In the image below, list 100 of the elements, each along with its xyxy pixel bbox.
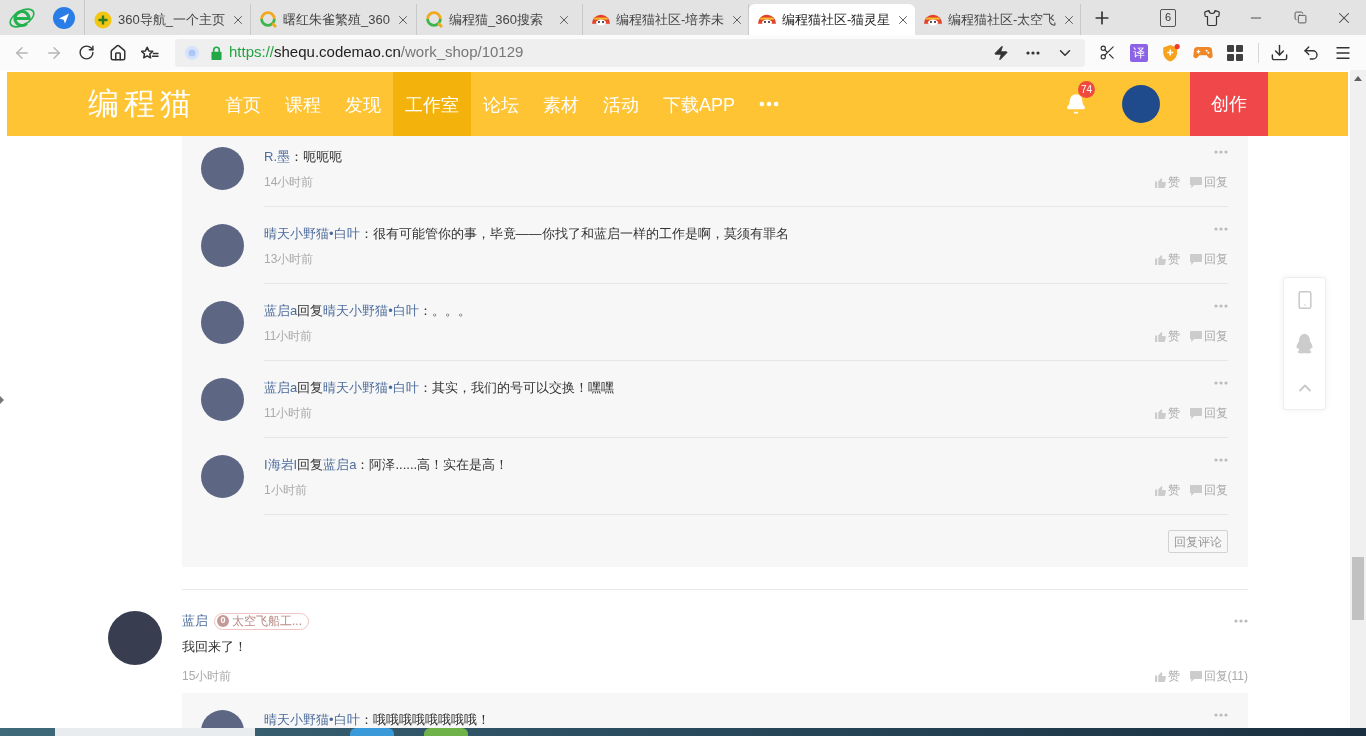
avatar[interactable] [201, 224, 244, 267]
plus-circle-icon [94, 10, 112, 29]
reply-button[interactable]: 回复 [1190, 481, 1228, 499]
badge-label: 太空飞船工... [232, 613, 302, 630]
username-link[interactable]: 晴天小野猫•白叶 [264, 713, 360, 727]
reply-label: 回复 [297, 458, 324, 472]
reply-text: ：其实，我们的号可以交换！嘿嘿 [418, 381, 614, 395]
shield-icon[interactable] [1162, 43, 1180, 62]
browser-tab[interactable]: 编程猫社区-猫灵星 [749, 4, 915, 35]
username-link[interactable]: I海岩I [264, 458, 298, 472]
create-button[interactable]: 创作 [1190, 72, 1268, 136]
nav-item[interactable]: 工作室 [393, 72, 471, 136]
lightning-icon[interactable] [993, 44, 1009, 61]
reply-text: ：。。。 [418, 304, 471, 318]
url-text: https://shequ.codemao.cn/work_shop/10129 [229, 42, 524, 63]
reply-button[interactable]: 回复 [1190, 250, 1228, 268]
site-logo[interactable]: 编程猫 [88, 80, 196, 128]
reply-text: ：哦哦哦哦哦哦哦哦！ [359, 713, 490, 727]
download-icon[interactable] [1269, 43, 1289, 62]
level-number: 0 [217, 615, 229, 627]
thumbs-up-icon [1155, 176, 1167, 188]
ring-icon [426, 11, 443, 28]
grid-icon[interactable] [1227, 44, 1243, 61]
username-link[interactable]: 蓝启 [182, 611, 208, 631]
thumbs-up-icon [1155, 484, 1167, 496]
like-button[interactable]: 赞 [1155, 481, 1180, 499]
avatar[interactable] [1122, 85, 1160, 123]
avatar[interactable] [201, 378, 244, 421]
reload-icon[interactable] [77, 44, 95, 61]
favorites-icon[interactable] [141, 46, 159, 59]
tab-title: 编程猫社区-猫灵星 [782, 10, 891, 29]
avatar[interactable] [201, 147, 244, 190]
tab-count-button[interactable]: 6 [1160, 8, 1176, 27]
triangle-icon[interactable] [0, 396, 4, 404]
reply-button[interactable]: 回复(11) [1189, 667, 1248, 685]
restore-icon[interactable] [1293, 11, 1307, 24]
reply-button[interactable]: 回复 [1190, 327, 1228, 345]
shirt-icon[interactable] [1203, 8, 1221, 27]
nav-item[interactable]: 发现 [333, 72, 393, 136]
thumbs-up-icon [1155, 407, 1167, 419]
nav-item[interactable]: 素材 [531, 72, 591, 136]
timestamp: 1小时前 [264, 482, 307, 499]
username-link[interactable]: R.墨 [264, 150, 290, 164]
username-link[interactable]: 蓝启a [323, 458, 357, 472]
thumbs-up-icon [1155, 253, 1167, 265]
mascot-head-icon [758, 13, 776, 26]
nav-item[interactable]: 首页 [213, 72, 273, 136]
chat-bubble-icon [1190, 407, 1202, 419]
chat-bubble-icon [1190, 484, 1202, 496]
reply-text: ：很有可能管你的事，毕竟——你找了和蓝启一样的工作是啊，莫须有罪名 [359, 227, 789, 241]
scissors-icon[interactable] [1098, 44, 1116, 61]
undo-icon[interactable] [1302, 43, 1320, 62]
comment-text: 我回来了！ [182, 638, 248, 657]
reply-label: 回复 [297, 381, 324, 395]
nav-item[interactable]: 下载APP [651, 72, 748, 136]
nav-item[interactable]: 课程 [273, 72, 333, 136]
chat-bubble-icon [1190, 253, 1202, 265]
reply-button[interactable]: 回复 [1190, 173, 1228, 191]
paper-plane-icon[interactable] [53, 6, 75, 29]
nav-item[interactable]: 活动 [591, 72, 651, 136]
tab-title: 编程猫社区-太空飞 [948, 10, 1057, 29]
gamepad-icon[interactable] [1193, 45, 1213, 60]
thumbs-up-icon [1155, 330, 1167, 342]
scrollbar-thumb[interactable] [1352, 557, 1364, 620]
avatar[interactable] [201, 455, 244, 498]
like-button[interactable]: 赞 [1155, 173, 1180, 191]
bell-icon[interactable] [1065, 93, 1087, 115]
like-button[interactable]: 赞 [1154, 667, 1180, 685]
tab-title: 编程猫_360搜索 [449, 10, 544, 29]
timestamp: 13小时前 [264, 251, 314, 268]
avatar[interactable] [201, 301, 244, 344]
ring-icon [260, 11, 277, 28]
home-icon[interactable] [109, 43, 127, 62]
reply-text: ：阿泽......高！实在是高！ [356, 458, 509, 472]
mascot-head-icon [924, 13, 942, 26]
like-button[interactable]: 赞 [1155, 404, 1180, 422]
tab-title: 编程猫社区-培养未 [616, 10, 725, 29]
more-icon[interactable] [1026, 50, 1040, 55]
dot-icon [185, 45, 199, 60]
avatar[interactable] [108, 611, 162, 665]
username-link[interactable]: 蓝启a [264, 381, 298, 395]
chat-bubble-icon [1190, 176, 1202, 188]
scrollbar[interactable] [1350, 70, 1366, 728]
reply-button[interactable]: 回复 [1190, 404, 1228, 422]
username-link[interactable]: 晴天小野猫•白叶 [323, 381, 419, 395]
nav-item[interactable]: 论坛 [471, 72, 531, 136]
username-link[interactable]: 晴天小野猫•白叶 [264, 227, 360, 241]
translate-button[interactable]: 译 [1130, 43, 1148, 62]
chat-bubble-icon [1189, 670, 1202, 682]
like-button[interactable]: 赞 [1155, 327, 1180, 345]
lock-icon [211, 45, 222, 60]
scroll-up-icon[interactable] [1354, 75, 1362, 81]
address-bar[interactable]: https://shequ.codemao.cn/work_shop/10129 [175, 38, 1085, 67]
timestamp: 15小时前 [182, 668, 232, 685]
like-button[interactable]: 赞 [1155, 250, 1180, 268]
username-link[interactable]: 蓝启a [264, 304, 298, 318]
reply-comment-button[interactable]: 回复评论 [1168, 530, 1228, 553]
reply-text: ：呃呃呃 [290, 150, 342, 164]
notification-badge: 74 [1078, 81, 1095, 98]
username-link[interactable]: 晴天小野猫•白叶 [323, 304, 419, 318]
